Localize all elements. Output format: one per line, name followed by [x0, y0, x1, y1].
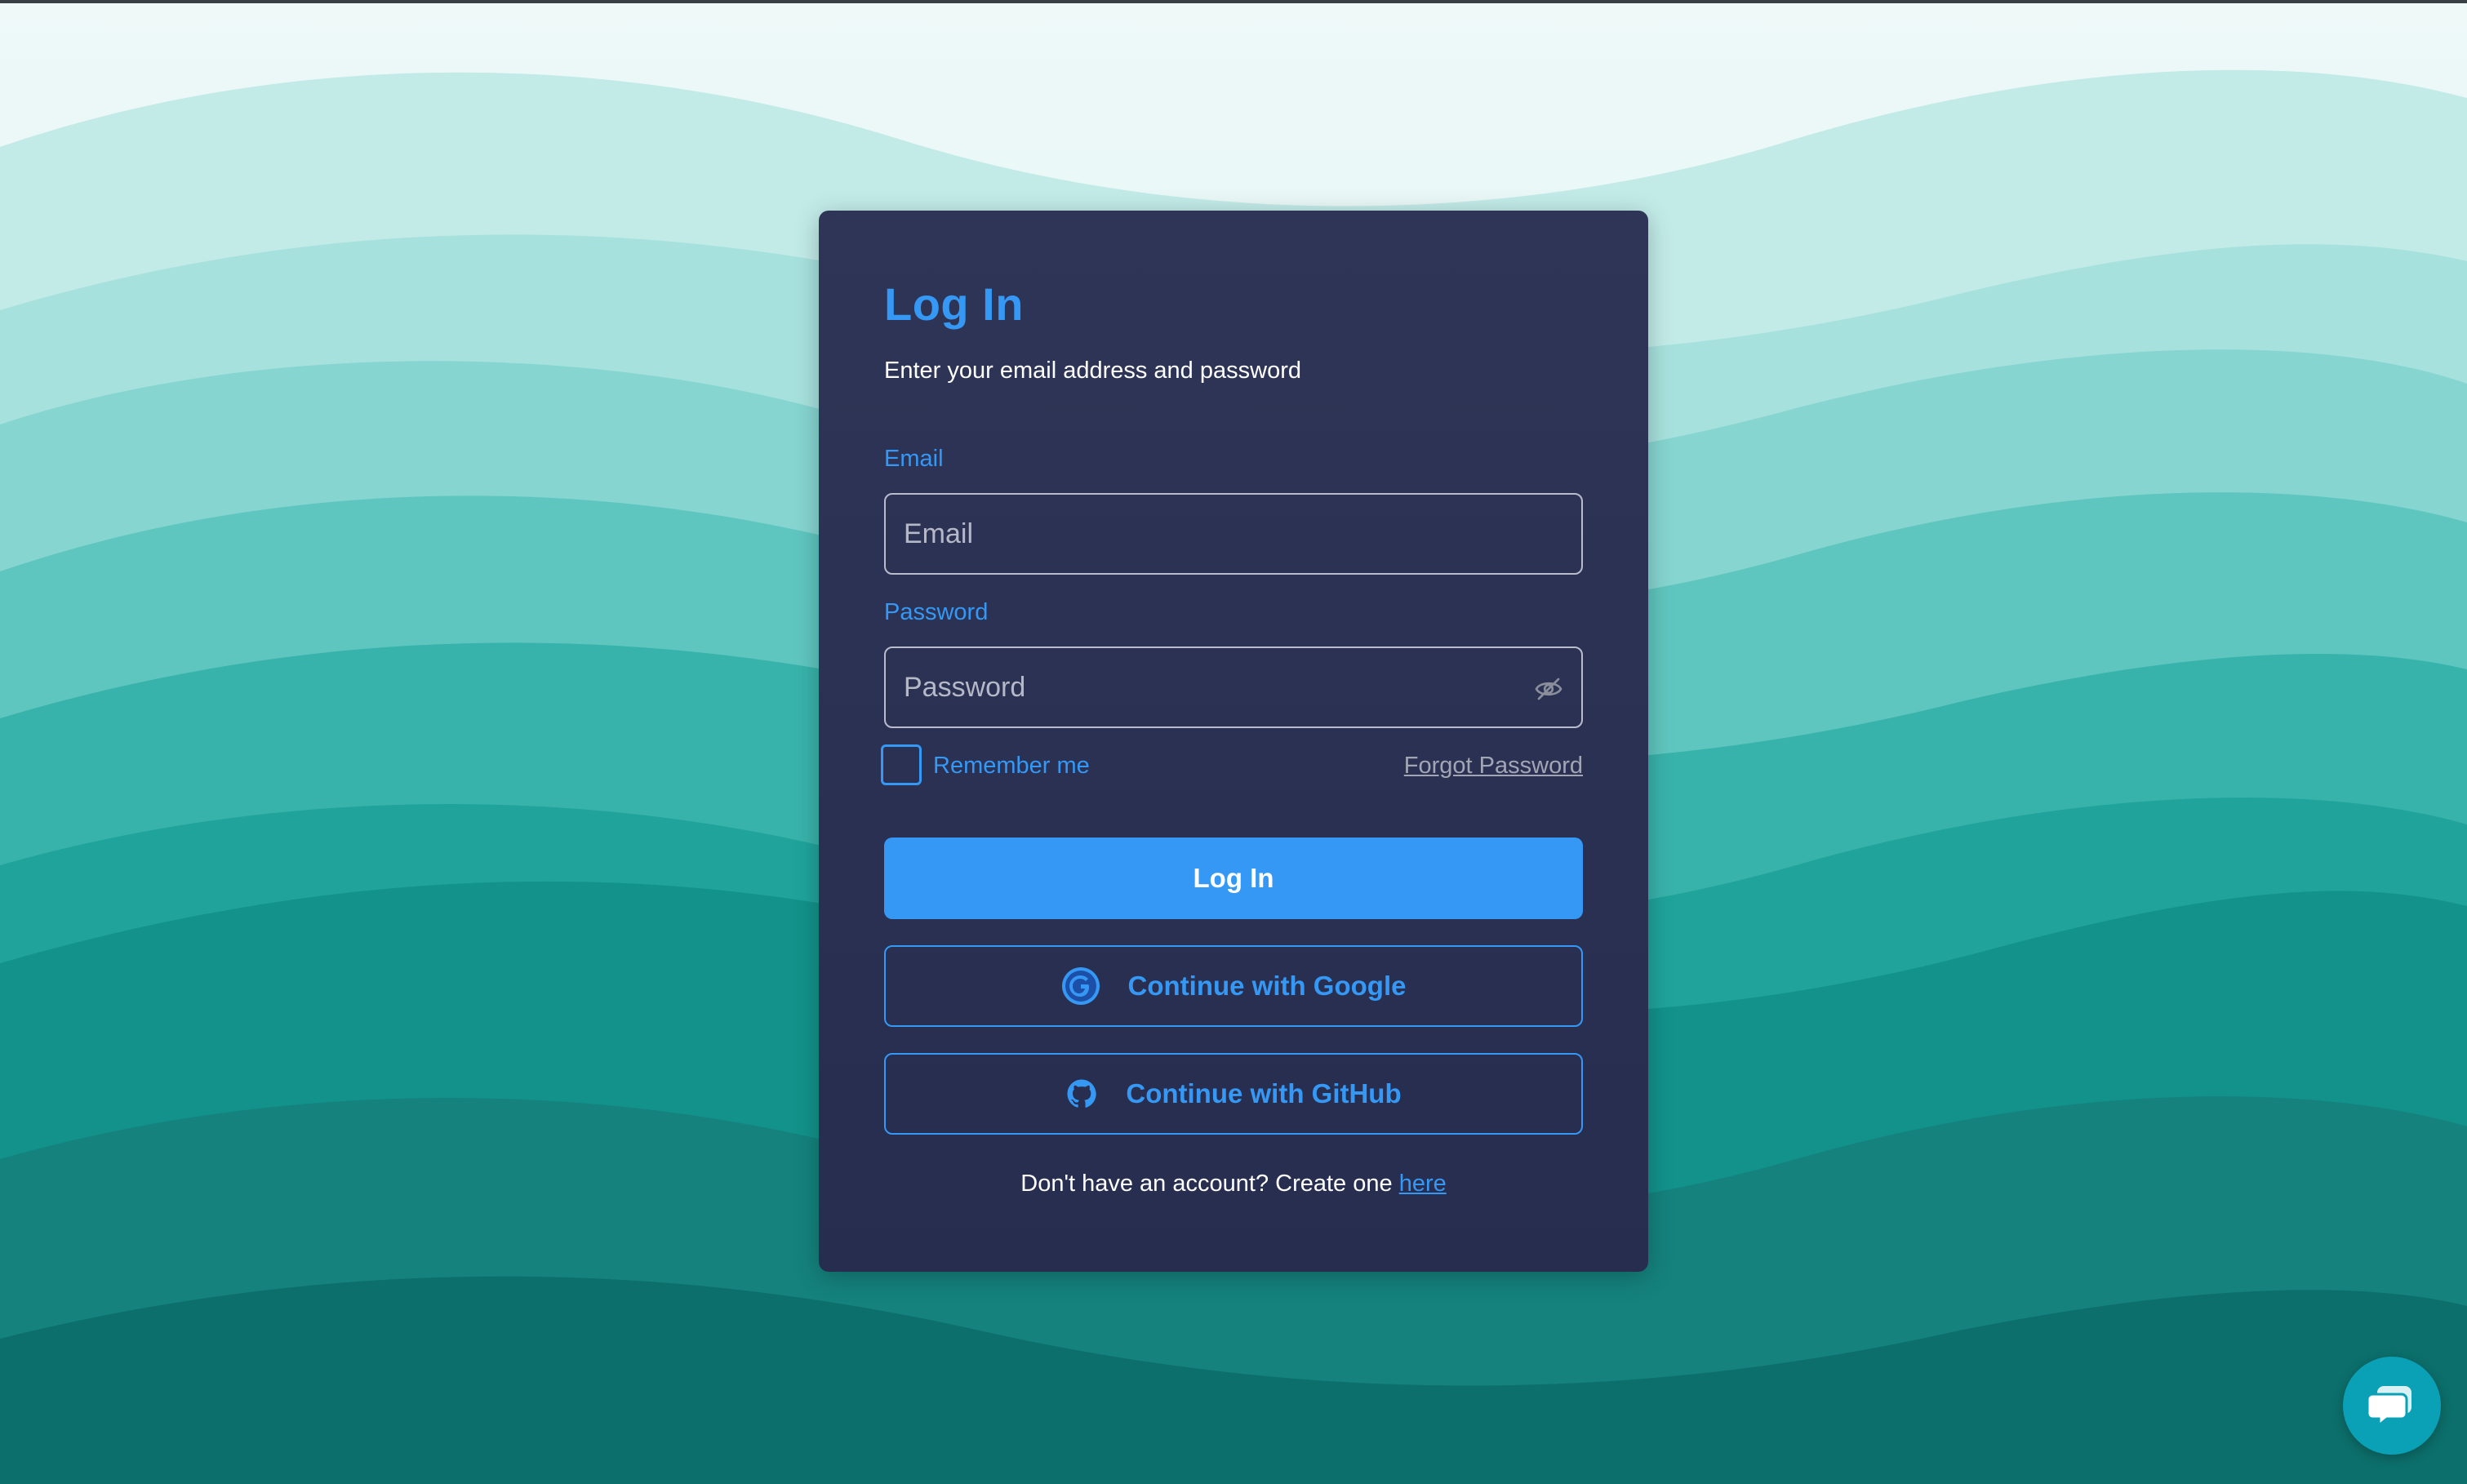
page-title: Log In [884, 278, 1024, 330]
google-button-label: Continue with Google [1127, 971, 1407, 1001]
google-icon [1061, 967, 1100, 1005]
remember-me-label[interactable]: Remember me [933, 753, 1090, 780]
login-card: Log In Enter your email address and pass… [819, 211, 1648, 1272]
chat-button[interactable] [2343, 1357, 2441, 1455]
github-button-label: Continue with GitHub [1126, 1078, 1402, 1109]
login-subtitle: Enter your email address and password [884, 358, 1301, 384]
email-field-box [884, 493, 1583, 575]
password-field-box [884, 646, 1583, 728]
password-label: Password [884, 599, 989, 625]
login-button[interactable]: Log In [884, 838, 1583, 919]
github-icon [1067, 1079, 1097, 1108]
password-field[interactable] [886, 648, 1581, 726]
eye-off-icon[interactable] [1534, 674, 1563, 704]
signup-prompt: Don't have an account? Create one here [819, 1171, 1648, 1197]
email-label: Email [884, 446, 944, 472]
signup-prompt-text: Don't have an account? Create one [1020, 1171, 1393, 1197]
forgot-password-link[interactable]: Forgot Password [1404, 753, 1583, 780]
remember-me-checkbox[interactable] [881, 744, 922, 785]
chat-icon [2366, 1386, 2411, 1428]
window-top-border [0, 0, 2467, 3]
signup-link[interactable]: here [1399, 1171, 1447, 1197]
github-login-button[interactable]: Continue with GitHub [884, 1053, 1583, 1135]
email-field[interactable] [886, 495, 1581, 573]
google-login-button[interactable]: Continue with Google [884, 945, 1583, 1027]
